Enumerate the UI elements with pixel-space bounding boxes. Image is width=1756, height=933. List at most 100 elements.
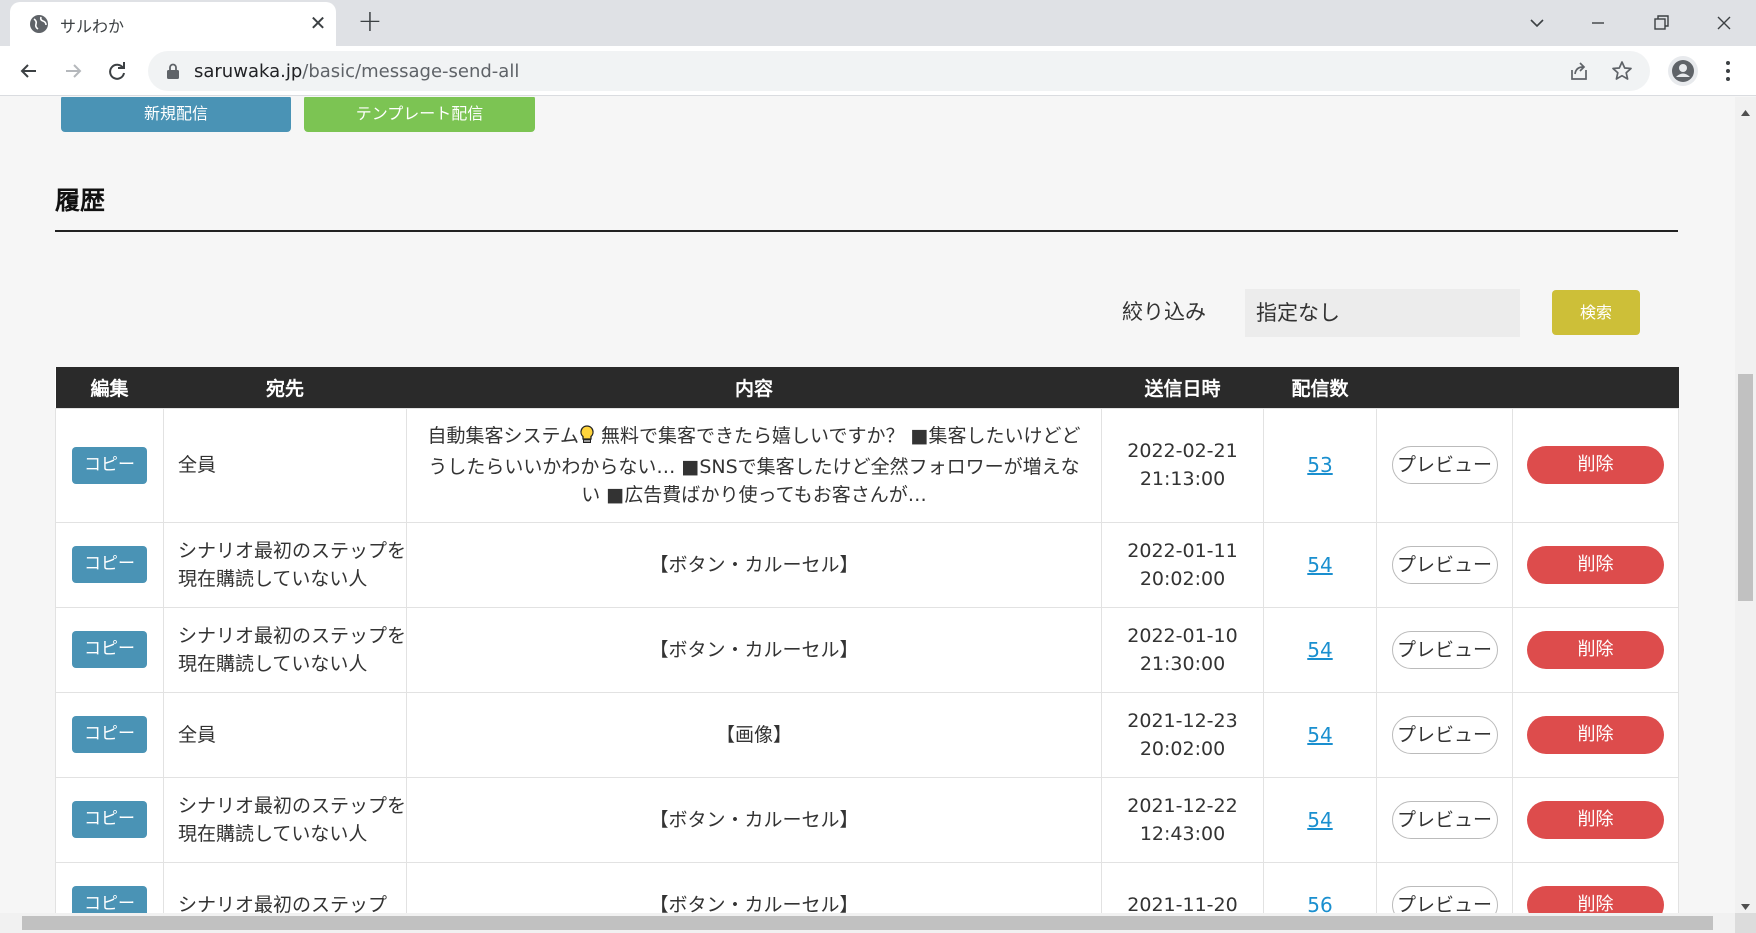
sent-time: 21:13:00	[1139, 468, 1226, 490]
preview-cell: プレビュー	[1376, 606, 1513, 693]
sent-at-cell: 2022-01-11 20:02:00	[1101, 521, 1264, 608]
horizontal-scrollbar[interactable]	[0, 913, 1735, 933]
preview-cell: プレビュー	[1376, 691, 1513, 778]
count-link[interactable]: 54	[1307, 638, 1332, 662]
copy-button[interactable]: コピー	[72, 546, 147, 583]
copy-button[interactable]: コピー	[72, 801, 147, 838]
history-table: 編集 宛先 内容 送信日時 配信数 コピー 全員 自動集客システム 無料で集客で…	[55, 367, 1679, 913]
filter-select[interactable]: 指定なし	[1245, 289, 1520, 337]
copy-button[interactable]: コピー	[72, 716, 147, 753]
column-header-target: 宛先	[163, 367, 407, 408]
page-content: 新規配信 テンプレート配信 履歴 絞り込み 指定なし 検索 編集 宛先 内容 送…	[0, 97, 1735, 913]
copy-button[interactable]: コピー	[72, 886, 147, 913]
browser-toolbar: saruwaka.jp/basic/message-send-all	[0, 46, 1756, 96]
preview-button[interactable]: プレビュー	[1391, 630, 1498, 669]
url-domain: saruwaka.jp	[194, 61, 303, 82]
edit-cell: コピー	[55, 691, 164, 778]
target-cell: 全員	[163, 691, 407, 778]
globe-icon	[28, 13, 50, 35]
share-icon[interactable]	[1568, 60, 1590, 82]
preview-button[interactable]: プレビュー	[1391, 885, 1498, 913]
scroll-down-arrow-icon[interactable]	[1740, 897, 1751, 910]
sent-date: 2022-01-11	[1127, 539, 1238, 562]
new-tab-icon[interactable]: +	[355, 7, 385, 38]
edit-cell: コピー	[55, 521, 164, 608]
count-link[interactable]: 53	[1307, 453, 1332, 477]
new-broadcast-button[interactable]: 新規配信	[61, 97, 291, 132]
preview-button[interactable]: プレビュー	[1391, 800, 1498, 839]
count-cell: 53	[1263, 407, 1377, 523]
preview-cell: プレビュー	[1376, 861, 1513, 913]
content-cell: 【画像】	[406, 691, 1102, 778]
sent-time: 20:02:00	[1139, 737, 1226, 760]
table-row: コピー シナリオ最初のステップを現在購読していない人 【ボタン・カルーセル】 2…	[55, 521, 1679, 608]
chevron-down-icon[interactable]	[1524, 10, 1550, 36]
target-cell: シナリオ最初のステップを現在購読していない人	[163, 521, 407, 608]
search-button[interactable]: 検索	[1552, 290, 1640, 335]
minimize-icon[interactable]	[1585, 10, 1611, 36]
sent-date: 2021-11-20	[1127, 893, 1238, 914]
column-header-preview	[1376, 367, 1513, 408]
copy-button[interactable]: コピー	[72, 631, 147, 668]
sent-at-cell: 2022-02-21 21:13:00	[1101, 407, 1264, 523]
delete-button[interactable]: 削除	[1527, 885, 1664, 913]
count-cell: 54	[1263, 606, 1377, 693]
count-link[interactable]: 54	[1307, 553, 1332, 577]
count-link[interactable]: 54	[1307, 808, 1332, 832]
address-bar[interactable]: saruwaka.jp/basic/message-send-all	[148, 51, 1650, 91]
back-icon[interactable]	[16, 58, 42, 84]
window-close-icon[interactable]	[1711, 10, 1737, 36]
count-link[interactable]: 56	[1307, 893, 1332, 914]
preview-button[interactable]: プレビュー	[1391, 446, 1498, 484]
sent-at-cell: 2021-12-23 20:02:00	[1101, 691, 1264, 778]
table-row: コピー シナリオ最初のステップ 【ボタン・カルーセル】 2021-11-20 5…	[55, 861, 1679, 914]
count-cell: 56	[1263, 861, 1377, 914]
table-row: コピー 全員 【画像】 2021-12-23 20:02:00 54 プレビュー …	[55, 691, 1679, 778]
content-cell: 【ボタン・カルーセル】	[406, 776, 1102, 863]
content-cell: 【ボタン・カルーセル】	[406, 606, 1102, 693]
section-divider	[55, 230, 1678, 232]
filter-label: 絞り込み	[1122, 300, 1206, 324]
preview-cell: プレビュー	[1376, 521, 1513, 608]
copy-button[interactable]: コピー	[72, 446, 147, 484]
sent-at-cell: 2021-11-20	[1101, 861, 1264, 914]
vertical-scroll-thumb[interactable]	[1738, 374, 1753, 601]
count-link[interactable]: 54	[1307, 723, 1332, 747]
delete-button[interactable]: 削除	[1527, 630, 1664, 669]
table-row: コピー 全員 自動集客システム 無料で集客できたら嬉しいですか？ ■集客したいけ…	[55, 407, 1679, 523]
vertical-scrollbar[interactable]	[1735, 97, 1756, 913]
reload-icon[interactable]	[104, 58, 130, 84]
sent-date: 2022-02-21	[1127, 440, 1238, 462]
delete-cell: 削除	[1512, 861, 1679, 913]
restore-icon[interactable]	[1648, 10, 1674, 36]
preview-cell: プレビュー	[1376, 776, 1513, 863]
bookmark-star-icon[interactable]	[1610, 59, 1634, 83]
sent-time: 21:30:00	[1139, 652, 1226, 675]
table-row: コピー シナリオ最初のステップを現在購読していない人 【ボタン・カルーセル】 2…	[55, 776, 1679, 863]
close-icon[interactable]: ✕	[306, 11, 330, 35]
delete-button[interactable]: 削除	[1527, 800, 1664, 839]
horizontal-scroll-thumb[interactable]	[22, 916, 1713, 930]
delete-cell: 削除	[1512, 606, 1679, 693]
template-broadcast-button[interactable]: テンプレート配信	[304, 97, 535, 132]
delete-cell: 削除	[1512, 521, 1679, 608]
preview-button[interactable]: プレビュー	[1391, 545, 1498, 584]
delete-button[interactable]: 削除	[1527, 545, 1664, 584]
preview-cell: プレビュー	[1376, 407, 1513, 523]
lock-icon	[166, 63, 180, 79]
delete-button[interactable]: 削除	[1527, 715, 1664, 754]
kebab-menu-icon[interactable]	[1718, 56, 1738, 86]
light-bulb-icon	[579, 424, 595, 453]
profile-avatar-icon[interactable]	[1668, 56, 1698, 86]
scroll-up-arrow-icon[interactable]	[1740, 103, 1751, 116]
scrollbar-corner	[1735, 913, 1756, 933]
forward-icon[interactable]	[60, 58, 86, 84]
section-title: 履歴	[55, 186, 106, 215]
delete-button[interactable]: 削除	[1527, 446, 1664, 484]
browser-tab[interactable]: サルわか ✕	[10, 2, 336, 46]
sent-date: 2022-01-10	[1127, 624, 1238, 647]
sent-at-cell: 2021-12-22 12:43:00	[1101, 776, 1264, 863]
sent-time: 20:02:00	[1139, 567, 1226, 590]
delete-cell: 削除	[1512, 776, 1679, 863]
preview-button[interactable]: プレビュー	[1391, 715, 1498, 754]
